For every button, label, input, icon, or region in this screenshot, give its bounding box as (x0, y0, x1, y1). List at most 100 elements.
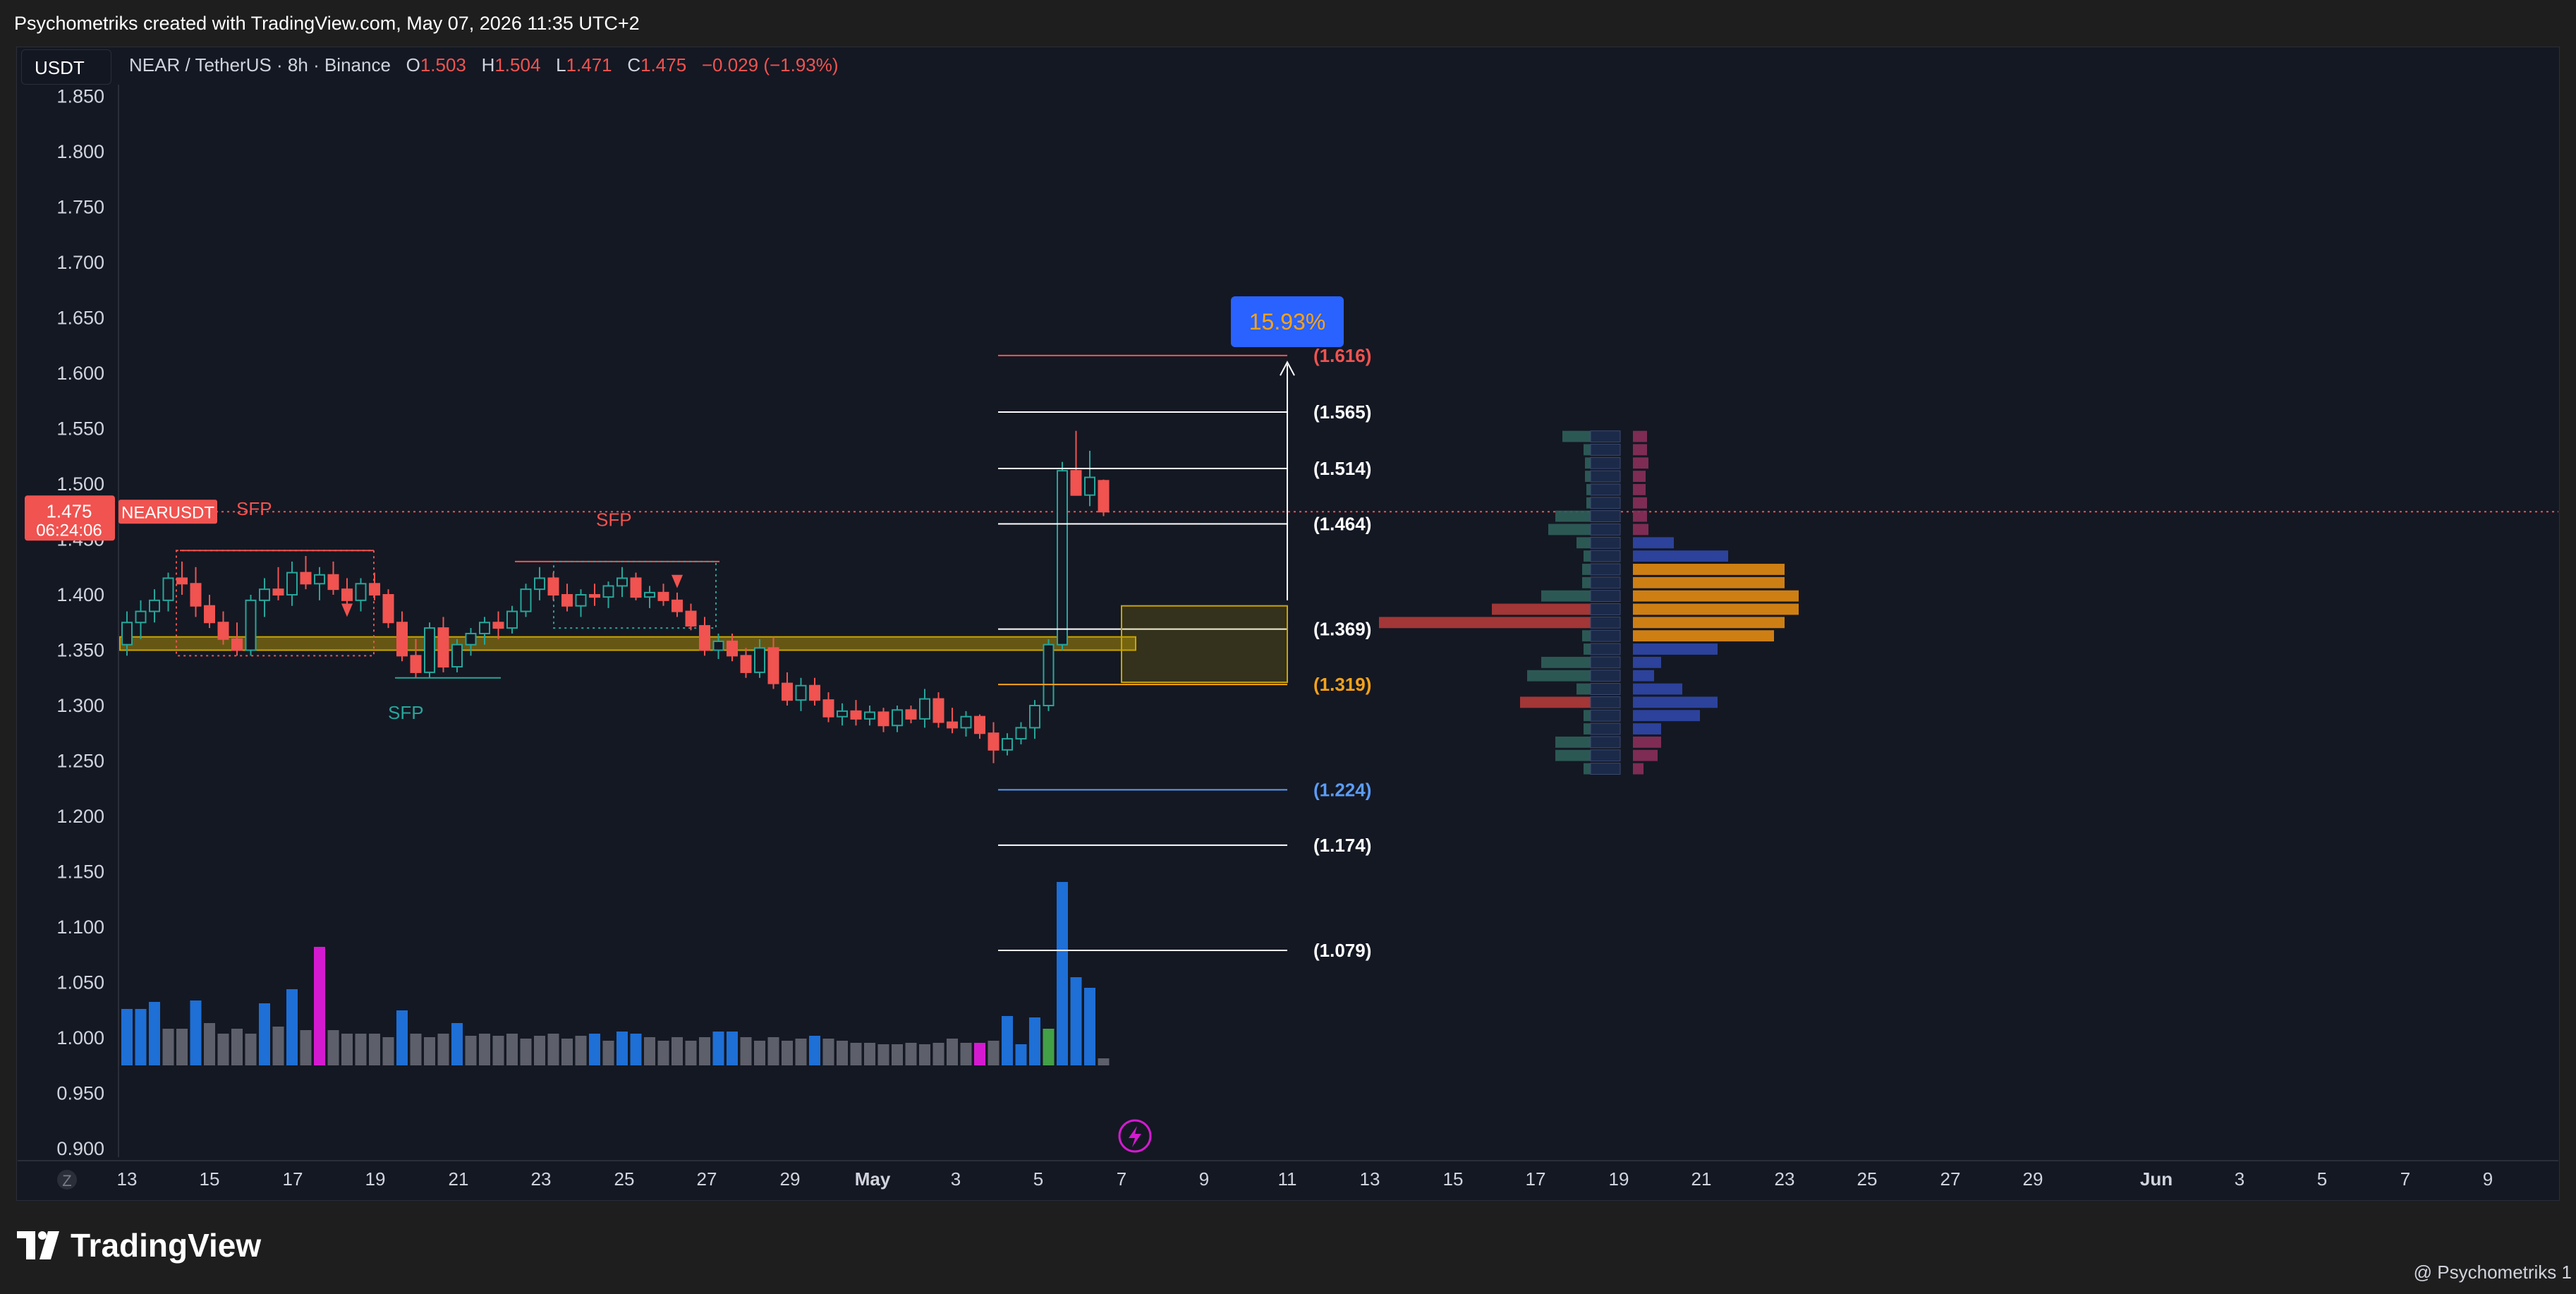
x-tick-label: 9 (1199, 1168, 1209, 1190)
x-tick-label: 13 (1360, 1168, 1380, 1190)
volume-profile-right-bar (1633, 656, 1661, 668)
x-tick-label: 15 (1443, 1168, 1464, 1190)
price-chart[interactable]: 1.850 1.800 1.750 1.700 1.650 1.600 1.550 1.500… (0, 0, 2576, 1294)
volume-bar (382, 1037, 394, 1065)
volume-bar (341, 1034, 353, 1065)
volume-bar (410, 1034, 422, 1065)
volume-profile-right-bar (1633, 749, 1658, 761)
volume-profile-price-cell (1590, 524, 1621, 536)
fib-level-label: (1.369) (1313, 619, 1371, 640)
volume-profile-right-bar (1633, 471, 1646, 482)
volume-profile-price-cell (1590, 483, 1621, 496)
candle-body (630, 577, 642, 598)
volume-profile-right-bar (1633, 510, 1647, 522)
candle-body (534, 577, 545, 591)
symbol-info: NEAR / TetherUS · 8h · Binance O1.503 H1… (129, 47, 839, 83)
volume-profile-left-bar (1584, 763, 1591, 775)
candle-body (162, 577, 174, 601)
volume-profile-right-bar (1633, 736, 1661, 748)
candle-body (1057, 470, 1068, 646)
volume-bar (947, 1039, 958, 1065)
tradingview-logo[interactable]: TradingView (17, 1224, 261, 1266)
volume-profile-left-bar (1582, 576, 1591, 588)
candle-body (932, 698, 944, 723)
author-credit: @ Psychometriks 1 (2413, 1262, 2572, 1283)
volume-profile-left-bar (1584, 723, 1591, 734)
volume-profile-left-bar (1576, 683, 1591, 695)
volume-bar (919, 1044, 930, 1065)
volume-profile-right-bar (1633, 670, 1654, 682)
volume-bar (479, 1034, 490, 1065)
volume-profile-left-bar (1584, 550, 1591, 562)
volume-bar (1015, 1044, 1027, 1065)
candle-body (204, 605, 215, 624)
candle-body (1070, 470, 1082, 496)
candle-body (754, 647, 765, 673)
candle-body (149, 599, 160, 612)
volume-profile-right-bar (1633, 617, 1785, 629)
y-tick-label: 1.650 (56, 308, 104, 329)
volume-bar (314, 947, 325, 1065)
y-tick-label: 1.550 (56, 418, 104, 440)
volume-bar (327, 1030, 339, 1065)
candle-body (190, 583, 202, 607)
volume-bar (644, 1037, 655, 1065)
fib-level-label: (1.565) (1313, 401, 1371, 423)
candle-body (520, 588, 532, 612)
volume-bar (575, 1036, 587, 1065)
volume-profile-left-bar (1555, 749, 1591, 761)
volume-profile-price-cell (1590, 576, 1621, 589)
fib-level-label: (1.464) (1313, 514, 1371, 535)
y-tick-label: 1.250 (56, 751, 104, 772)
x-tick-label: 3 (2235, 1168, 2244, 1190)
candle-body (960, 715, 972, 729)
candle-body (231, 638, 243, 651)
volume-profile-price-cell (1590, 763, 1621, 775)
volume-bar (1057, 882, 1068, 1065)
candle-body (314, 574, 325, 585)
volume-profile-price-cell (1590, 510, 1621, 523)
entry-zone (1121, 605, 1288, 684)
candle-body (864, 711, 875, 720)
candle-body (974, 715, 985, 734)
candle-body (121, 622, 133, 646)
candle-body (892, 709, 903, 727)
volume-profile-price-cell (1590, 736, 1621, 749)
sfp-label: SFP (388, 702, 424, 723)
candle-body (506, 610, 518, 629)
volume-profile-right-bar (1633, 430, 1647, 442)
tradingview-logo-icon (17, 1231, 59, 1259)
volume-bar (1084, 988, 1095, 1065)
volume-bar (892, 1044, 903, 1065)
volume-bar (1098, 1058, 1110, 1065)
volume-profile-left-bar (1582, 564, 1591, 575)
volume-bar (424, 1037, 435, 1065)
candle-body (135, 610, 147, 624)
x-tick-label: 25 (1857, 1168, 1878, 1190)
currency-button[interactable]: USDT (21, 49, 111, 85)
candle-body (602, 585, 614, 598)
volume-profile-price-cell (1590, 470, 1621, 483)
volume-bar (1070, 977, 1082, 1065)
volume-profile-price-cell (1590, 749, 1621, 762)
volume-bar (657, 1041, 669, 1065)
volume-profile-left-bar (1520, 696, 1591, 708)
volume-profile-left-bar (1584, 444, 1591, 456)
x-tick-label: 19 (1609, 1168, 1629, 1190)
volume-bar (864, 1043, 875, 1065)
candle-body (767, 647, 779, 684)
volume-profile-left-bar (1585, 471, 1591, 482)
candle-body (919, 698, 930, 720)
candle-body (657, 591, 669, 601)
volume-bar (905, 1043, 917, 1065)
volume-profile-left-bar (1492, 603, 1591, 615)
x-tick-label: 29 (2023, 1168, 2043, 1190)
y-tick-label: 0.950 (56, 1083, 104, 1104)
volume-bar (190, 1000, 202, 1065)
volume-profile-price-cell (1590, 709, 1621, 722)
current-price-value: 1.475 (46, 500, 92, 521)
volume-profile-price-cell (1590, 643, 1621, 655)
volume-bar (1002, 1016, 1013, 1065)
down-marker (672, 574, 683, 588)
candle-body (905, 709, 917, 720)
